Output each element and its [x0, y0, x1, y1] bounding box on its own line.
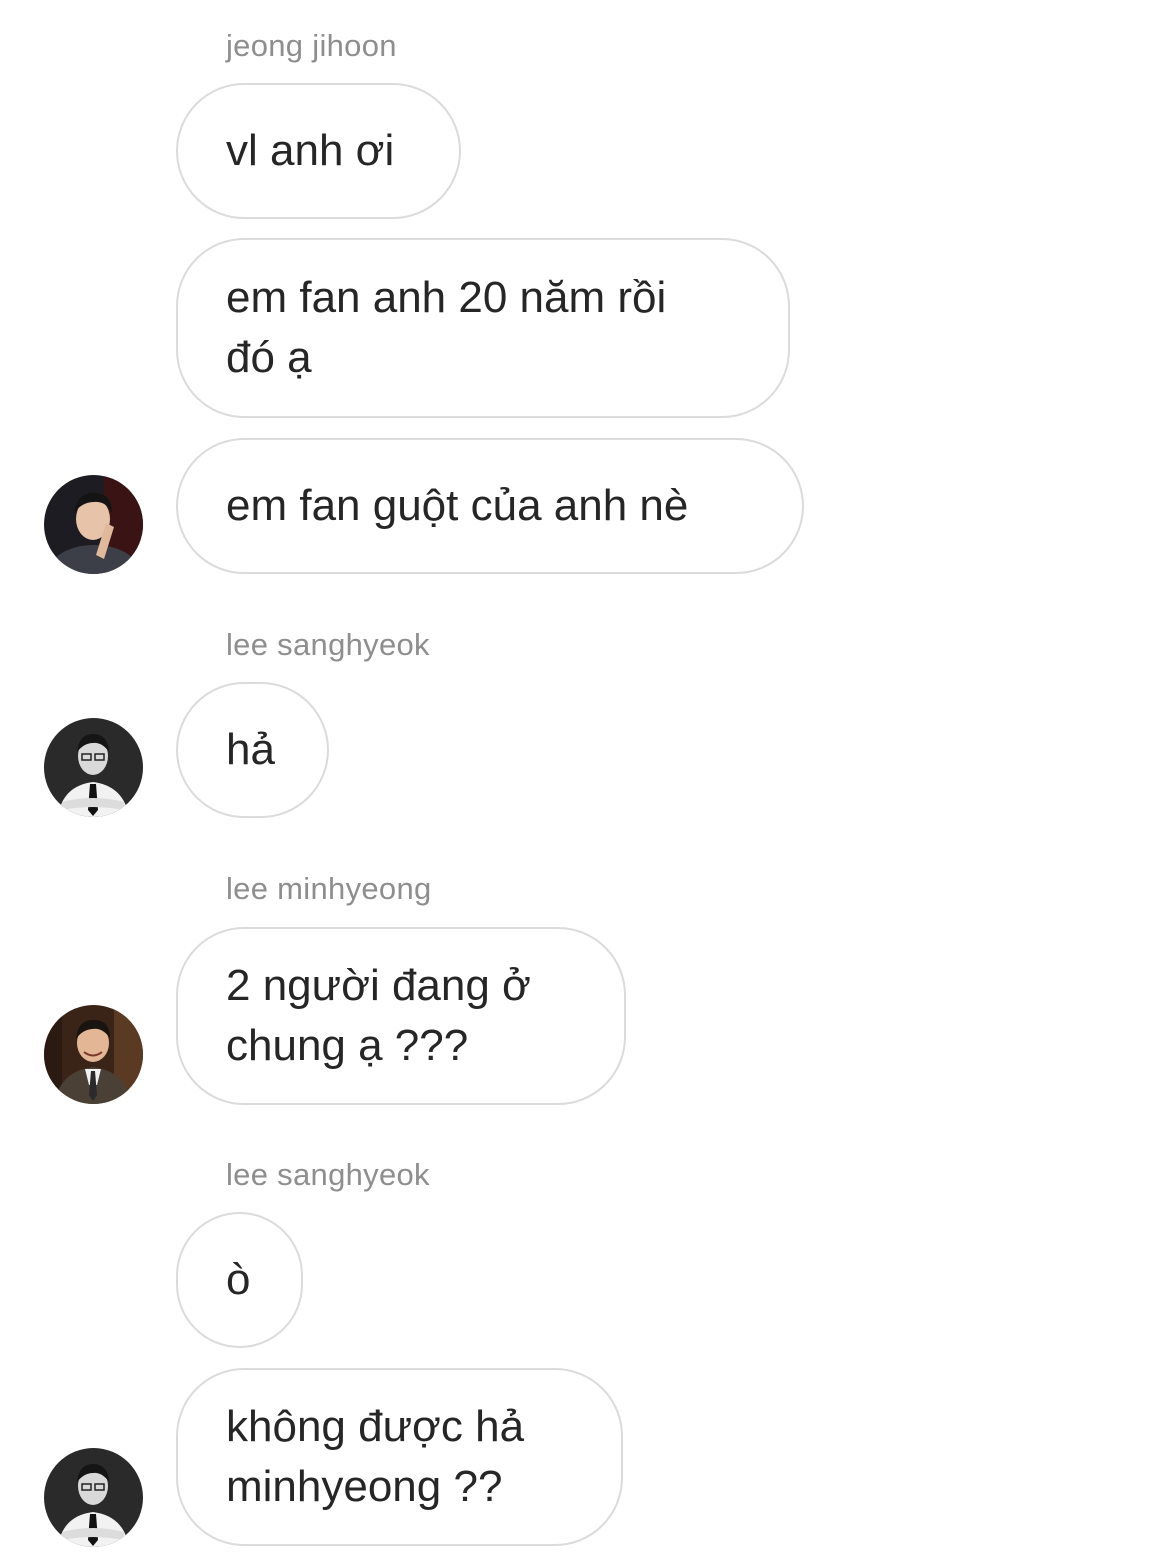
message-text: vl anh ơi: [226, 126, 395, 175]
avatar[interactable]: [44, 718, 143, 817]
message-bubble[interactable]: vl anh ơi: [176, 83, 461, 219]
avatar-lee-minhyeong-icon: [44, 1005, 143, 1104]
message-text: hả: [226, 725, 275, 774]
message-bubble[interactable]: em fan guột của anh nè: [176, 438, 804, 574]
sender-name: lee sanghyeok: [226, 1157, 430, 1192]
message-bubble[interactable]: không được hả minhyeong ??: [176, 1368, 623, 1546]
message-text: 2 người đang ở chung ạ ???: [226, 961, 531, 1070]
avatar-lee-sanghyeok-icon: [44, 718, 143, 817]
message-bubble[interactable]: em fan anh 20 năm rồi đó ạ: [176, 238, 790, 418]
avatar[interactable]: [44, 475, 143, 574]
message-bubble[interactable]: 2 người đang ở chung ạ ???: [176, 927, 626, 1105]
avatar[interactable]: [44, 1448, 143, 1547]
message-text: không được hả minhyeong ??: [226, 1402, 525, 1511]
sender-name: lee minhyeong: [226, 871, 432, 906]
message-bubble[interactable]: ò: [176, 1212, 303, 1348]
avatar-jeong-jihoon-icon: [44, 475, 143, 574]
avatar-lee-sanghyeok-icon: [44, 1448, 143, 1547]
message-bubble[interactable]: hả: [176, 682, 329, 818]
sender-name: lee sanghyeok: [226, 627, 430, 662]
message-text: ò: [226, 1255, 251, 1304]
message-text: em fan anh 20 năm rồi đó ạ: [226, 273, 667, 382]
avatar[interactable]: [44, 1005, 143, 1104]
message-text: em fan guột của anh nè: [226, 481, 689, 530]
sender-name: jeong jihoon: [226, 28, 397, 63]
